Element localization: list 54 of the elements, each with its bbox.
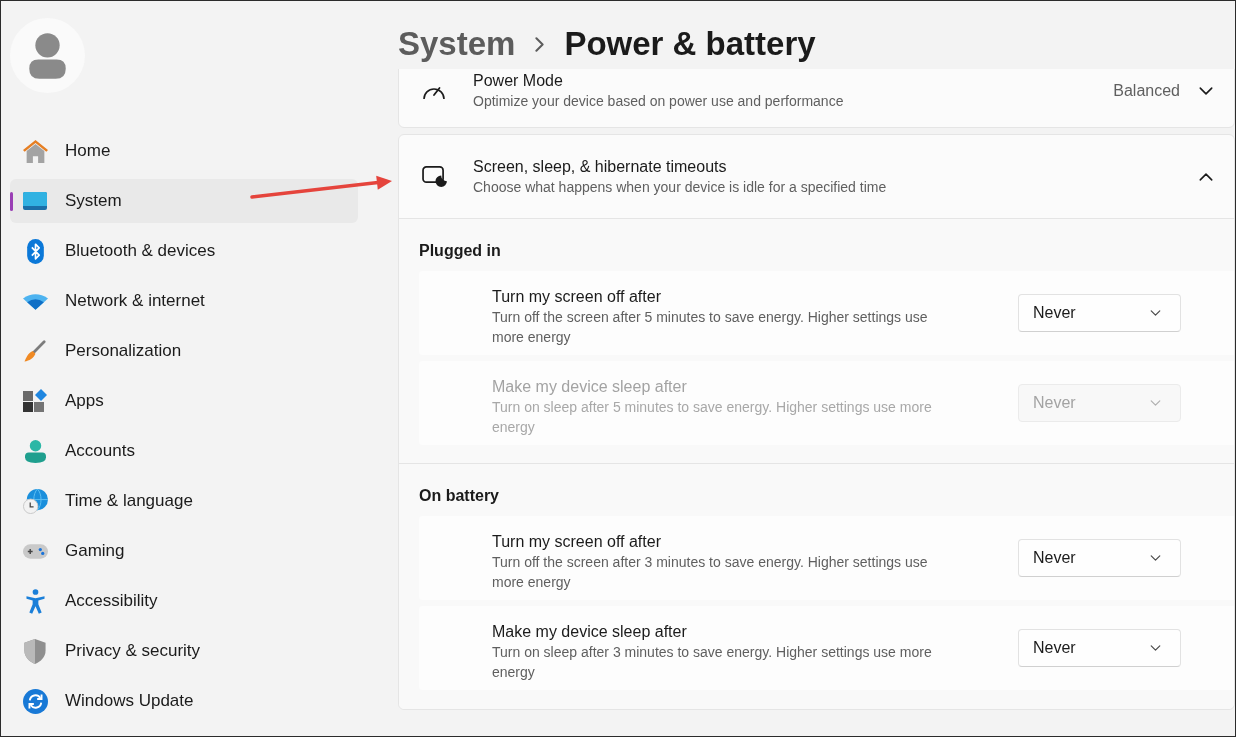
timeout-dropdown[interactable]: Never (1018, 539, 1181, 577)
setting-description: Turn off the screen after 5 minutes to save energy. Higher settings use more energy (492, 307, 929, 347)
sidebar-item[interactable]: Apps (10, 379, 358, 423)
setting-title: Make my device sleep after (492, 621, 688, 642)
chevron-down-icon (1150, 310, 1161, 316)
sidebar-item[interactable]: Accessibility (10, 579, 358, 623)
sidebar-item[interactable]: Bluetooth & devices (10, 229, 358, 273)
selection-indicator (10, 192, 13, 211)
sidebar-item[interactable]: Windows Update (10, 679, 358, 723)
shield-icon (24, 638, 46, 664)
timeout-dropdown[interactable]: Never (1018, 294, 1181, 332)
chevron-down-icon (1150, 645, 1161, 651)
sidebar-item[interactable]: Time & language (10, 479, 358, 523)
breadcrumb-link[interactable]: System (398, 24, 516, 64)
chevron-up-icon (1199, 172, 1213, 181)
setting-title: Screen, sleep, & hibernate timeouts (473, 156, 728, 177)
chevron-down-icon (1199, 87, 1213, 95)
sidebar-item[interactable]: System (10, 179, 358, 223)
sidebar-item[interactable]: Accounts (10, 429, 358, 473)
person-icon (24, 439, 46, 463)
sync-arrows-icon (22, 688, 48, 714)
setting-description: Turn on sleep after 5 minutes to save energy. Higher settings use more energy (492, 397, 933, 437)
setting-title: Power Mode (473, 71, 564, 91)
chevron-right-icon (535, 36, 545, 52)
power-mode-dropdown[interactable]: Balanced (1113, 79, 1213, 103)
timeout-dropdown[interactable]: Never (1018, 629, 1181, 667)
paintbrush-icon (24, 340, 46, 362)
sidebar-item[interactable]: Gaming (10, 529, 358, 573)
sidebar-item[interactable]: Privacy & security (10, 629, 358, 673)
monitor-icon (23, 192, 47, 210)
setting-title: Turn my screen off after (492, 531, 662, 552)
setting-description: Choose what happens when your device is idle for a specified time (473, 177, 887, 197)
setting-description: Turn on sleep after 3 minutes to save energy. Higher settings use more energy (492, 642, 933, 682)
setting-description: Turn off the screen after 3 minutes to save energy. Higher settings use more energy (492, 552, 929, 592)
page-title: Power & battery (564, 24, 816, 64)
app-tiles-icon (23, 389, 47, 413)
bluetooth-icon (26, 238, 44, 264)
setting-description: Optimize your device based on power use and performance (473, 92, 844, 111)
chevron-down-icon (1150, 400, 1161, 406)
wifi-icon (22, 292, 48, 310)
house-icon (22, 139, 48, 163)
accessibility-figure-icon (25, 588, 45, 614)
setting-title: Turn my screen off after (492, 286, 662, 307)
group-heading: Plugged in (419, 241, 502, 261)
setting-title: Make my device sleep after (492, 376, 688, 397)
globe-clock-icon (22, 488, 48, 514)
chevron-down-icon (1150, 555, 1161, 561)
screen-moon-icon (422, 166, 447, 187)
avatar-icon[interactable] (10, 18, 85, 93)
group-heading: On battery (419, 486, 500, 506)
sidebar-item[interactable]: Network & internet (10, 279, 358, 323)
sidebar-item[interactable]: Personalization (10, 329, 358, 373)
gamepad-icon (22, 543, 48, 559)
sidebar-item[interactable]: Home (10, 129, 358, 173)
